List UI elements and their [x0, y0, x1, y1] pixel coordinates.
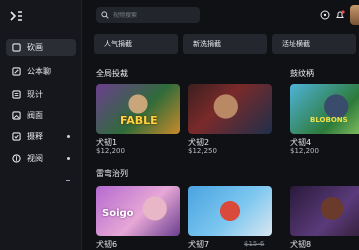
game-card[interactable]: Soigo 犬韧6 [96, 186, 180, 249]
section-title: 雷弯治列 [96, 169, 128, 178]
sidebar: 砍画 公本聊 现计 阀面 摄释 视阅 [0, 0, 82, 250]
section-title: 鼓纹柄 [290, 69, 314, 78]
sidebar-item-label: 砍画 [27, 43, 43, 52]
game-name: 犬韧8 [290, 240, 312, 249]
game-price: $12,250 [188, 147, 217, 155]
game-name: 犬韧6 [96, 240, 118, 249]
game-thumbnail [188, 84, 272, 134]
search-input[interactable] [113, 11, 198, 19]
game-thumbnail [188, 186, 272, 236]
dollar-icon [12, 154, 21, 163]
game-name: 犬韧7 $15-6 $10 [188, 240, 272, 250]
game-card[interactable]: 犬韧2 $12,250 [188, 84, 272, 156]
notification-bell-icon[interactable] [335, 10, 345, 20]
chip-2[interactable]: 活址横截 [272, 34, 356, 54]
section-title: 全局投裁 [96, 69, 128, 78]
expand-indicator-icon [67, 135, 70, 138]
game-card[interactable]: BLOBONS 犬韧4 $12,200 [290, 84, 359, 156]
chip-1[interactable]: 新洗捐截 [183, 34, 267, 54]
game-price: $12,200 [290, 147, 319, 155]
checkbox-icon [12, 132, 21, 141]
game-thumbnail [290, 186, 359, 236]
game-card[interactable]: 犬韧8 [290, 186, 359, 249]
game-price: $12,200 [96, 147, 125, 155]
game-name-text: 犬韧7 [188, 240, 210, 249]
image-icon [12, 111, 21, 120]
game-thumbnail: FABLE [96, 84, 180, 134]
game-name: 犬韧4 [290, 138, 312, 147]
topbar [82, 0, 359, 32]
list-icon [12, 90, 21, 99]
search-box[interactable] [96, 7, 200, 23]
sidebar-item-2[interactable]: 现计 [6, 86, 76, 103]
divider [66, 180, 70, 181]
edit-icon [12, 67, 21, 76]
sidebar-item-5[interactable]: 视阅 [6, 150, 76, 167]
expand-indicator-icon [67, 157, 70, 160]
app-logo-icon[interactable] [10, 9, 24, 23]
sidebar-item-1[interactable]: 公本聊 [6, 63, 76, 80]
sidebar-item-0[interactable]: 砍画 [6, 39, 76, 56]
chip-0[interactable]: 人气捐截 [94, 34, 178, 54]
sidebar-item-label: 现计 [27, 90, 43, 99]
game-thumbnail: Soigo [96, 186, 180, 236]
sidebar-item-4[interactable]: 摄释 [6, 128, 76, 145]
game-name: 犬韧1 [96, 138, 118, 147]
game-card[interactable]: 犬韧7 $15-6 $10 [188, 186, 272, 250]
game-logo: FABLE [120, 114, 158, 127]
target-icon[interactable] [320, 10, 330, 20]
game-card[interactable]: FABLE 犬韧1 $12,200 [96, 84, 180, 156]
sidebar-item-label: 视阅 [27, 154, 43, 163]
game-logo: Soigo [102, 208, 134, 219]
box-icon [12, 43, 21, 52]
sidebar-item-label: 阀面 [27, 111, 43, 120]
game-logo: BLOBONS [310, 116, 348, 124]
sidebar-item-3[interactable]: 阀面 [6, 107, 76, 124]
sidebar-item-label: 摄释 [27, 132, 43, 141]
game-name: 犬韧2 [188, 138, 210, 147]
search-icon [101, 11, 109, 19]
game-thumbnail: BLOBONS [290, 84, 359, 134]
user-avatar[interactable] [350, 5, 359, 25]
game-old-price: $15-6 $10 [244, 240, 265, 250]
sidebar-item-label: 公本聊 [27, 67, 51, 76]
